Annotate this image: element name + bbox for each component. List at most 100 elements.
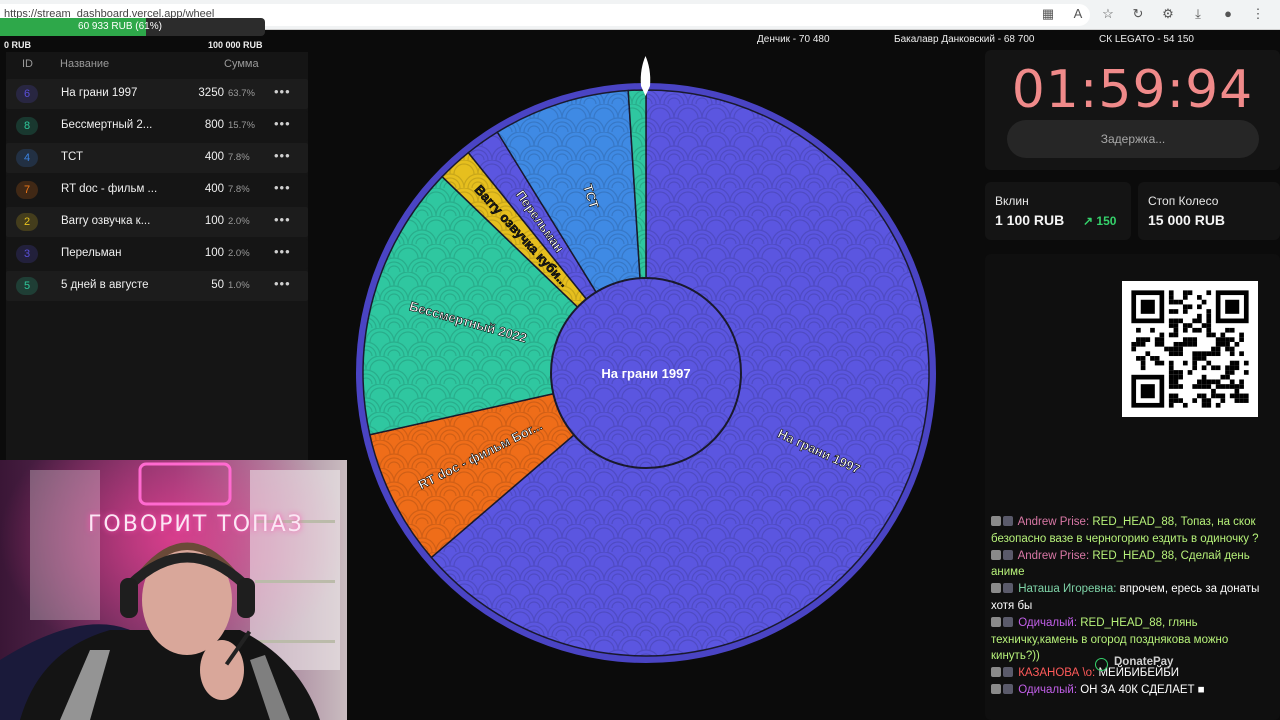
chat-badge-icon	[1003, 549, 1013, 560]
vklin-value: 1 100 RUB	[995, 212, 1065, 228]
lot-id: 6	[16, 85, 38, 103]
chat-author[interactable]: Одичалый:	[1018, 617, 1077, 629]
webcam-feed: ГОВОРИТ ТОПАЗ	[0, 460, 347, 720]
qr-code	[1122, 281, 1258, 417]
lot-amount: 3250	[198, 87, 224, 99]
lot-percent: 2.0%	[228, 216, 250, 227]
progress-min-label: 0 RUB	[4, 40, 32, 50]
lot-name: Перельман	[61, 247, 122, 259]
lot-name: ТСТ	[61, 151, 83, 163]
stop-wheel-value: 15 000 RUB	[1148, 212, 1226, 228]
lot-row[interactable]: 2 Barry озвучка к... 100 2.0% •••	[6, 207, 308, 237]
lot-menu-icon[interactable]: •••	[274, 116, 291, 131]
fortune-wheel[interactable]: На грани 1997RT doc - фильм Бог...Бессме…	[352, 76, 940, 666]
lot-amount: 400	[204, 151, 224, 163]
vklin-label: Вклин	[995, 194, 1029, 208]
chat-message: Одичалый: ОН ЗА 40К СДЕЛАЕТ ■	[991, 682, 1276, 699]
chat-badge-icon	[1003, 583, 1013, 594]
header-name: Название	[60, 58, 110, 70]
donatepay-label: DonatePay	[1114, 656, 1174, 668]
lots-table-header: ID Название Сумма	[6, 56, 308, 76]
chat-avatar-icon	[991, 616, 1001, 627]
lot-amount: 100	[204, 247, 224, 259]
profile-icon[interactable]: ●	[1220, 6, 1236, 22]
donation-progress-bar: 60 933 RUB (61%)	[0, 18, 265, 36]
chat-feed: Andrew Prise: RED_HEAD_88, Топаз, на ско…	[991, 514, 1276, 699]
lot-id: 5	[16, 277, 38, 295]
lot-name: Бессмертный 2...	[61, 119, 153, 131]
progress-max-label: 100 000 RUB	[208, 40, 263, 50]
donation-progress-text: 60 933 RUB (61%)	[78, 21, 162, 32]
reader-icon[interactable]: ▦	[1040, 6, 1056, 22]
lot-row[interactable]: 6 На грани 1997 3250 63.7% •••	[6, 79, 308, 109]
chat-author[interactable]: Andrew Prise:	[1018, 516, 1090, 528]
chat-author[interactable]: Наташа Игоревна:	[1018, 583, 1116, 595]
chat-badge-icon	[1003, 683, 1013, 694]
chat-message: Наташа Игоревна: впрочем, ересь за донат…	[991, 581, 1276, 615]
stop-wheel-label: Стоп Колесо	[1148, 194, 1219, 208]
countdown-timer: 01:59:94	[1011, 60, 1254, 120]
timer-panel: 01:59:94 Задержка...	[985, 50, 1280, 170]
lot-percent: 7.8%	[228, 152, 250, 163]
chat-text: МЕЙБИБЕЙБИ	[1098, 667, 1180, 680]
lot-row[interactable]: 4 ТСТ 400 7.8% •••	[6, 143, 308, 173]
extension-icon[interactable]: ⚙	[1160, 6, 1176, 22]
chat-avatar-icon	[991, 667, 1001, 678]
wheel-pointer-icon	[640, 56, 651, 96]
lot-menu-icon[interactable]: •••	[274, 244, 291, 259]
lot-row[interactable]: 3 Перельман 100 2.0% •••	[6, 239, 308, 269]
translate-icon[interactable]: A	[1070, 6, 1086, 22]
lot-menu-icon[interactable]: •••	[274, 84, 291, 99]
lot-row[interactable]: 7 RT doc - фильм ... 400 7.8% •••	[6, 175, 308, 205]
top-donor-3: СК LEGATO - 54 150	[1099, 34, 1194, 45]
lot-row[interactable]: 5 5 дней в августе 50 1.0% •••	[6, 271, 308, 301]
lot-name: 5 дней в августе	[61, 279, 149, 291]
lot-menu-icon[interactable]: •••	[274, 212, 291, 227]
lot-id: 7	[16, 181, 38, 199]
lot-id: 4	[16, 149, 38, 167]
lot-name: Barry озвучка к...	[61, 215, 151, 227]
chat-message: Andrew Prise: RED_HEAD_88, Сделай день а…	[991, 548, 1276, 582]
stream-overlay: https://stream_dashboard.vercel.app/whee…	[0, 0, 1280, 720]
webcam-neon-sign: ГОВОРИТ ТОПАЗ	[88, 512, 304, 537]
lot-menu-icon[interactable]: •••	[274, 148, 291, 163]
chat-author[interactable]: Одичалый:	[1018, 684, 1077, 696]
lot-menu-icon[interactable]: •••	[274, 180, 291, 195]
chat-author[interactable]: КАЗАНОВА \o:	[1018, 667, 1095, 679]
lot-percent: 1.0%	[228, 280, 250, 291]
chat-avatar-icon	[991, 549, 1001, 560]
chat-author[interactable]: Andrew Prise:	[1018, 550, 1090, 562]
lot-amount: 50	[211, 279, 224, 291]
download-icon[interactable]: ⤓	[1190, 6, 1206, 22]
delay-button[interactable]: Задержка...	[1007, 120, 1259, 158]
lot-percent: 15.7%	[228, 120, 255, 131]
lot-menu-icon[interactable]: •••	[274, 276, 291, 291]
header-id: ID	[22, 58, 33, 70]
stop-wheel-card: Стоп Колесо 15 000 RUB	[1138, 182, 1280, 240]
lot-name: RT doc - фильм ...	[61, 183, 158, 195]
chat-badge-icon	[1003, 516, 1013, 526]
webcam-image	[0, 460, 347, 720]
bookmark-star-icon[interactable]: ☆	[1100, 6, 1116, 22]
lot-amount: 800	[204, 119, 224, 131]
lot-amount: 400	[204, 183, 224, 195]
chat-message: Andrew Prise: RED_HEAD_88, Топаз, на ско…	[991, 514, 1276, 548]
vklin-delta: ↗ 150	[1083, 214, 1117, 228]
chat-text: ОН ЗА 40К СДЕЛАЕТ ■	[1080, 683, 1205, 696]
lot-row[interactable]: 8 Бессмертный 2... 800 15.7% •••	[6, 111, 308, 141]
lot-id: 8	[16, 117, 38, 135]
header-amount: Сумма	[224, 58, 259, 70]
chat-avatar-icon	[991, 583, 1001, 594]
top-donor-2: Бакалавр Данковский - 68 700	[894, 34, 1035, 45]
refresh-icon[interactable]: ↻	[1130, 6, 1146, 22]
donatepay-icon	[1095, 658, 1108, 671]
lot-amount: 100	[204, 215, 224, 227]
browser-icons: ▦ A ☆ ↻ ⚙ ⤓ ● ⋮	[1040, 6, 1266, 22]
chat-badge-icon	[1003, 616, 1013, 627]
lot-id: 2	[16, 213, 38, 231]
lot-percent: 63.7%	[228, 88, 255, 99]
wheel-center-label: На грани 1997	[601, 366, 690, 381]
menu-icon[interactable]: ⋮	[1250, 6, 1266, 22]
chat-badge-icon	[1003, 667, 1013, 678]
lot-percent: 2.0%	[228, 248, 250, 259]
